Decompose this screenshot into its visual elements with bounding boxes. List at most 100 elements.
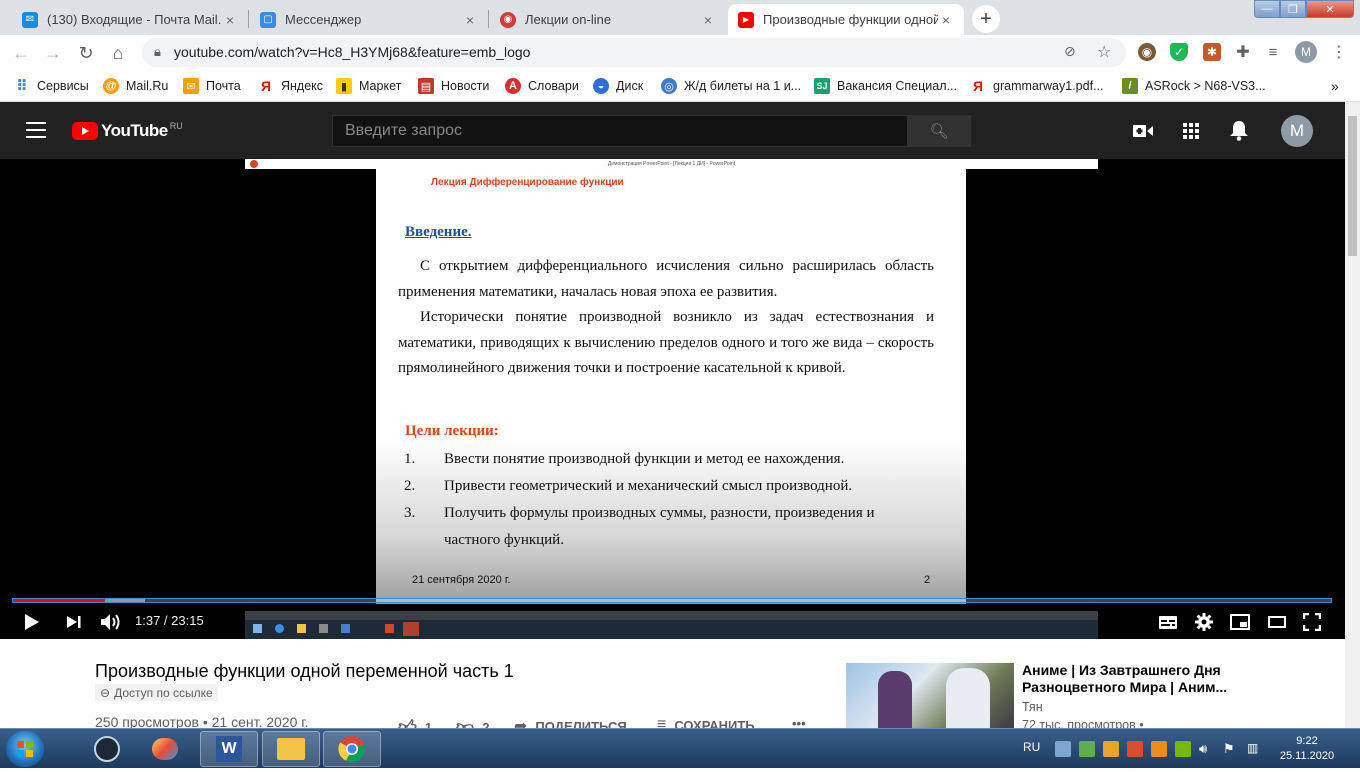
settings-gear-icon[interactable] [1195, 611, 1213, 633]
url-text[interactable]: youtube.com/watch?v=Hc8_H3YMj68&feature=… [174, 44, 530, 60]
search-button[interactable]: 🔍︎ [907, 115, 971, 147]
start-button[interactable] [6, 731, 44, 767]
volume-button[interactable] [100, 611, 122, 633]
extension-owl-icon[interactable]: ◉ [1138, 43, 1156, 61]
ppt-window-title: Демонстрация PowerPoint - [Лекция 1 ДИ] … [245, 159, 1098, 169]
back-icon[interactable]: ← [10, 42, 32, 64]
miniplayer-button[interactable] [1230, 611, 1250, 633]
media-queue-icon[interactable]: ≡ [1264, 43, 1282, 61]
thumbnail-figure [878, 671, 912, 728]
bookmark-mail[interactable]: ✉ Почта [183, 76, 241, 96]
video-player[interactable]: Демонстрация PowerPoint - [Лекция 1 ДИ] … [0, 159, 1345, 639]
tray-app-icon[interactable] [1079, 741, 1095, 757]
close-tab-icon[interactable]: × [700, 12, 716, 28]
hamburger-menu-icon[interactable] [26, 122, 46, 138]
adblock-shield-icon[interactable]: ✓ [1170, 43, 1188, 61]
word-taskbar-icon[interactable]: W [200, 731, 258, 767]
folder-icon [297, 624, 306, 633]
search-input[interactable]: Введите запрос [332, 115, 908, 147]
extension-bug-icon[interactable]: ✱ [1203, 43, 1221, 61]
ppt-status-strip [245, 611, 1098, 620]
bookmark-market[interactable]: ▮ Маркет [336, 76, 401, 96]
bookmark-label: Вакансия Специал... [837, 79, 957, 93]
chrome-taskbar-icon[interactable] [323, 731, 381, 767]
bookmark-news[interactable]: ▤ Новости [418, 76, 489, 96]
recommendation-thumbnail[interactable] [846, 663, 1014, 728]
bookmark-disk[interactable]: ◒ Диск [593, 76, 643, 96]
bookmark-label: Диск [616, 79, 644, 93]
system-clock[interactable]: 9:22 25.11.2020 [1276, 734, 1338, 764]
browser-menu-icon[interactable]: ⋮ [1330, 43, 1348, 61]
extensions-puzzle-icon[interactable]: ✚ [1234, 43, 1252, 61]
bookmark-dictionaries[interactable]: A Словари [505, 76, 579, 96]
recorded-windows-taskbar [245, 611, 1098, 639]
bookmark-label: Яндекс [281, 79, 324, 93]
maximize-button[interactable]: ❐ [1280, 0, 1306, 18]
yandex-icon: Я [972, 78, 984, 94]
bookmark-yandex[interactable]: Я Яндекс [258, 76, 323, 96]
minimize-button[interactable]: — [1254, 0, 1280, 18]
profile-avatar[interactable]: M [1295, 41, 1317, 63]
recommendation-title[interactable]: Аниме | Из Завтрашнего Дня Разноцветного… [1022, 662, 1232, 696]
tray-app-icon[interactable] [1055, 741, 1071, 757]
theater-mode-button[interactable] [1268, 611, 1286, 633]
bookmark-rail-tickets[interactable]: ◎ Ж/д билеты на 1 и... [661, 76, 801, 96]
close-window-button[interactable]: ✕ [1306, 0, 1354, 18]
new-tab-button[interactable]: + [972, 5, 1000, 33]
explorer-taskbar-icon[interactable] [262, 731, 320, 767]
tab-youtube-active[interactable]: ▶ Производные функции одной п × [728, 4, 964, 35]
tab-title: Лекции on-line [525, 12, 612, 27]
intro-heading: Введение. [405, 224, 472, 240]
bookmark-vacancy[interactable]: SJ Вакансия Специал... [814, 76, 957, 96]
volume-tray-icon[interactable]: 🔊︎ [1199, 741, 1215, 757]
close-tab-icon[interactable]: × [938, 12, 954, 28]
subtitles-button[interactable] [1158, 611, 1178, 633]
youtube-logo[interactable]: YouTube RU [72, 121, 183, 141]
tab-messenger[interactable]: ▢ Мессенджер × [250, 4, 488, 35]
tray-app-icon[interactable] [1103, 741, 1119, 757]
intro-paragraph-1: С открытием дифференциального исчисления… [398, 258, 934, 300]
taskbar-app-icon [341, 624, 350, 633]
page-scrollbar[interactable] [1345, 102, 1360, 728]
tab-mail[interactable]: ✉ (130) Входящие - Почта Mail.ru × [12, 4, 248, 35]
tray-app-icon[interactable] [1151, 741, 1167, 757]
network-tray-icon[interactable]: ▥ [1247, 741, 1263, 757]
fullscreen-button[interactable] [1303, 611, 1321, 633]
time-display: 1:37 / 23:15 [135, 613, 204, 628]
tray-app-icon[interactable] [1127, 741, 1143, 757]
lock-icon: 🔒︎ [154, 44, 161, 59]
address-bar[interactable]: 🔒︎ youtube.com/watch?v=Hc8_H3YMj68&featu… [142, 38, 1126, 67]
tab-lectures[interactable]: ◉ Лекции on-line × [490, 4, 726, 35]
nvidia-tray-icon[interactable] [1175, 741, 1191, 757]
bookmark-asrock[interactable]: / ASRock > N68-VS3... [1122, 76, 1266, 96]
account-avatar[interactable]: M [1281, 115, 1313, 147]
notifications-bell-icon[interactable] [1228, 120, 1250, 142]
tracking-off-icon[interactable]: ⊘ [1064, 43, 1076, 60]
steam-taskbar-icon[interactable] [78, 731, 136, 767]
news-icon: ▤ [418, 78, 434, 94]
create-video-icon[interactable] [1132, 120, 1154, 142]
forward-icon[interactable]: → [42, 42, 64, 64]
play-button[interactable] [24, 611, 40, 633]
progress-bar[interactable] [12, 598, 1332, 603]
close-tab-icon[interactable]: × [222, 12, 238, 28]
envelope-icon: ✉ [183, 78, 199, 94]
badge-label: Доступ по ссылке [114, 685, 213, 700]
home-icon[interactable]: ⌂ [107, 42, 129, 64]
bookmark-star-icon[interactable]: ☆ [1097, 42, 1111, 62]
reload-icon[interactable]: ↻ [75, 42, 97, 64]
duration: 23:15 [171, 613, 204, 628]
bookmarks-overflow-button[interactable]: » [1331, 76, 1339, 96]
paint-taskbar-icon[interactable] [136, 731, 194, 767]
bookmark-mailru[interactable]: @ Mail.Ru [103, 76, 168, 96]
scrollbar-thumb[interactable] [1348, 116, 1357, 256]
market-bag-icon: ▮ [336, 78, 352, 94]
bookmark-grammarway[interactable]: Яgrammarway1.pdf... [970, 76, 1104, 96]
next-video-button[interactable] [66, 611, 82, 633]
input-language[interactable]: RU [1023, 740, 1040, 754]
bookmark-services[interactable]: ⠿ Сервисы [14, 76, 89, 96]
apps-grid-icon[interactable] [1180, 120, 1202, 142]
recommendation-channel[interactable]: Тян [1022, 700, 1043, 714]
action-center-flag-icon[interactable]: ⚑ [1223, 741, 1239, 757]
close-tab-icon[interactable]: × [462, 12, 478, 28]
